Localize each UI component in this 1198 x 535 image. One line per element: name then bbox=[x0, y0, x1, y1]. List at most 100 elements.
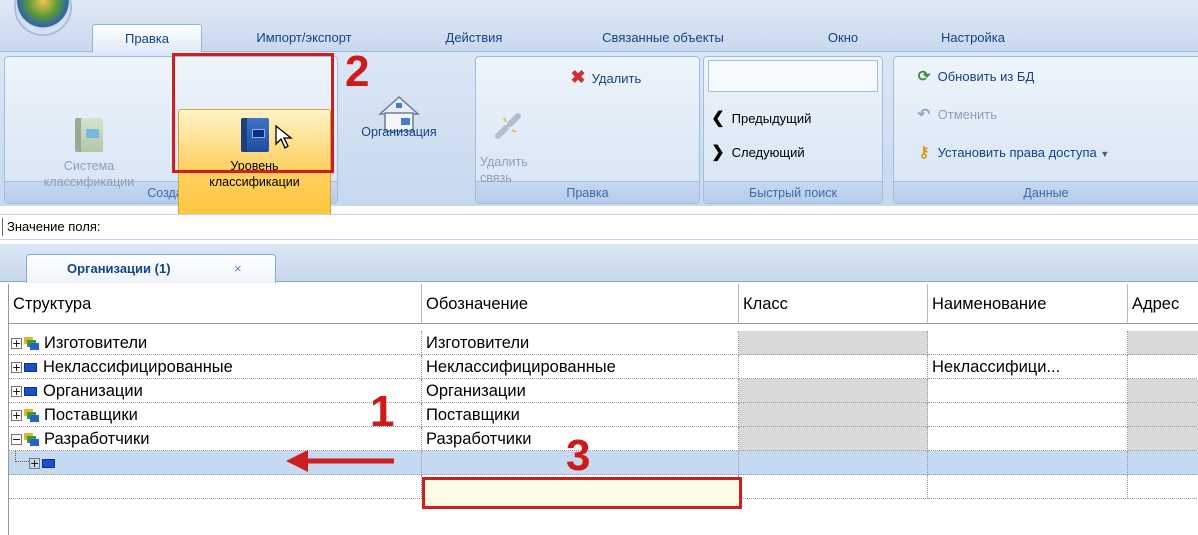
table-row-selected[interactable]: + bbox=[9, 451, 1198, 475]
structure-text: Разработчики bbox=[44, 430, 150, 448]
designation-cell[interactable]: Поставщики bbox=[422, 403, 739, 427]
address-cell[interactable] bbox=[1128, 331, 1198, 355]
organization-label: Организация bbox=[361, 125, 437, 139]
set-access-rights-button[interactable]: ⚷ Установить права доступа ▼ bbox=[914, 142, 1110, 164]
column-header-class[interactable]: Класс bbox=[739, 284, 928, 324]
table-row[interactable]: + Поставщики Поставщики bbox=[9, 403, 1198, 427]
classification-level-label-2: классификации bbox=[209, 175, 300, 189]
cancel-button[interactable]: ↶ Отменить bbox=[914, 104, 997, 126]
class-cell[interactable] bbox=[739, 451, 928, 475]
annotation-arrow-icon bbox=[286, 450, 394, 472]
next-label: Следующий bbox=[731, 145, 805, 160]
chevron-right-icon: ❯ bbox=[711, 144, 725, 161]
tab-window[interactable]: Окно bbox=[808, 24, 878, 52]
address-cell[interactable] bbox=[1128, 379, 1198, 403]
annotation-box-designation-editor[interactable] bbox=[422, 477, 742, 509]
broken-link-icon bbox=[495, 113, 521, 139]
structure-text: Изготовители bbox=[44, 334, 148, 352]
key-icon: ⚷ bbox=[918, 144, 930, 161]
name-cell[interactable] bbox=[928, 427, 1128, 451]
refresh-icon: ⟳ bbox=[917, 68, 931, 85]
table-row[interactable]: + Неклассифицированные Неклассифицированн… bbox=[9, 355, 1198, 379]
table-row[interactable]: + Изготовители Изготовители bbox=[9, 331, 1198, 355]
name-cell[interactable]: Неклассифици... bbox=[928, 355, 1128, 379]
annotation-box-level-button bbox=[172, 53, 334, 173]
table-row[interactable]: − Разработчики Разработчики bbox=[9, 427, 1198, 451]
collapse-icon[interactable]: − bbox=[11, 434, 22, 446]
annotation-number-3: 3 bbox=[566, 431, 591, 480]
address-cell[interactable] bbox=[1128, 355, 1198, 379]
expand-icon[interactable]: + bbox=[11, 410, 22, 422]
next-button[interactable]: ❯ Следующий bbox=[708, 142, 805, 164]
address-cell[interactable] bbox=[1128, 451, 1198, 475]
table-row[interactable]: + Организации Организации bbox=[9, 379, 1198, 403]
empty-cell bbox=[928, 475, 1128, 499]
cancel-label: Отменить bbox=[937, 107, 998, 122]
expand-icon[interactable]: + bbox=[29, 458, 40, 470]
column-header-designation[interactable]: Обозначение bbox=[422, 284, 739, 324]
designation-cell[interactable]: Изготовители bbox=[422, 331, 739, 355]
name-cell[interactable] bbox=[928, 331, 1128, 355]
app-menu-orb-icon[interactable] bbox=[14, 0, 72, 36]
name-cell[interactable] bbox=[928, 379, 1128, 403]
class-cell[interactable] bbox=[739, 379, 928, 403]
empty-cell bbox=[9, 475, 422, 499]
unlink-label-2: связь bbox=[480, 171, 512, 185]
expand-icon[interactable]: + bbox=[11, 386, 22, 398]
structure-cell[interactable]: + Организации bbox=[9, 379, 422, 403]
empty-cell bbox=[739, 475, 928, 499]
system-classification-label-2: классификации bbox=[43, 175, 135, 189]
organization-button[interactable]: Организация bbox=[334, 95, 464, 140]
chevron-left-icon: ❮ bbox=[711, 110, 725, 127]
folder-icon bbox=[24, 433, 40, 447]
expand-icon[interactable]: + bbox=[11, 362, 22, 374]
designation-cell[interactable]: Организации bbox=[422, 379, 739, 403]
refresh-from-db-button[interactable]: ⟳ Обновить из БД bbox=[914, 66, 1035, 88]
folder-icon bbox=[24, 409, 40, 423]
structure-text: Неклассифицированные bbox=[43, 358, 233, 376]
document-tabs-bar: Организации (1) × bbox=[0, 244, 1198, 283]
column-header-address[interactable]: Адрес bbox=[1128, 284, 1198, 324]
quick-search-input[interactable] bbox=[708, 60, 878, 92]
group-quick-search-label: Быстрый поиск bbox=[704, 181, 882, 203]
structure-text: Организации bbox=[43, 382, 143, 400]
field-value-label: Значение поля: bbox=[7, 219, 101, 234]
structure-cell[interactable]: + Неклассифицированные bbox=[9, 355, 422, 379]
red-x-icon: ✖ bbox=[570, 67, 586, 87]
column-header-structure[interactable]: Структура bbox=[9, 284, 422, 324]
previous-label: Предыдущий bbox=[731, 111, 812, 126]
tab-linked-objects[interactable]: Связанные объекты bbox=[568, 24, 758, 52]
delete-label: Удалить bbox=[591, 71, 642, 86]
address-cell[interactable] bbox=[1128, 403, 1198, 427]
tab-actions[interactable]: Действия bbox=[424, 24, 524, 52]
class-cell[interactable] bbox=[739, 403, 928, 427]
address-cell[interactable] bbox=[1128, 427, 1198, 451]
tab-organizations-label: Организации (1) bbox=[67, 261, 171, 276]
structure-cell[interactable]: + Изготовители bbox=[9, 331, 422, 355]
undo-icon: ↶ bbox=[917, 106, 931, 123]
refresh-label: Обновить из БД bbox=[937, 69, 1035, 84]
system-classification-label-1: Система bbox=[63, 159, 115, 173]
class-cell[interactable] bbox=[739, 427, 928, 451]
group-data-label: Данные bbox=[894, 181, 1198, 203]
expand-icon[interactable]: + bbox=[11, 338, 22, 350]
designation-cell[interactable]: Неклассифицированные bbox=[422, 355, 739, 379]
tab-settings[interactable]: Настройка bbox=[918, 24, 1028, 52]
name-cell[interactable] bbox=[928, 451, 1128, 475]
structure-cell[interactable]: + Поставщики bbox=[9, 403, 422, 427]
name-cell[interactable] bbox=[928, 403, 1128, 427]
class-cell[interactable] bbox=[739, 355, 928, 379]
unlink-button[interactable]: Удалить связь bbox=[480, 110, 540, 186]
tree-line-icon bbox=[15, 451, 29, 462]
previous-button[interactable]: ❮ Предыдущий bbox=[708, 108, 811, 130]
field-value-bar: Значение поля: bbox=[0, 214, 1198, 240]
level-icon bbox=[24, 387, 37, 397]
close-tab-icon[interactable]: × bbox=[234, 255, 242, 282]
class-cell[interactable] bbox=[739, 331, 928, 355]
column-header-name[interactable]: Наименование bbox=[928, 284, 1128, 324]
system-classification-icon bbox=[75, 118, 103, 152]
tab-edit[interactable]: Правка bbox=[92, 24, 202, 52]
system-classification-button[interactable]: Система классификации bbox=[4, 110, 174, 190]
tab-organizations[interactable]: Организации (1) × bbox=[26, 254, 276, 283]
delete-button[interactable]: ✖ Удалить bbox=[568, 66, 641, 88]
